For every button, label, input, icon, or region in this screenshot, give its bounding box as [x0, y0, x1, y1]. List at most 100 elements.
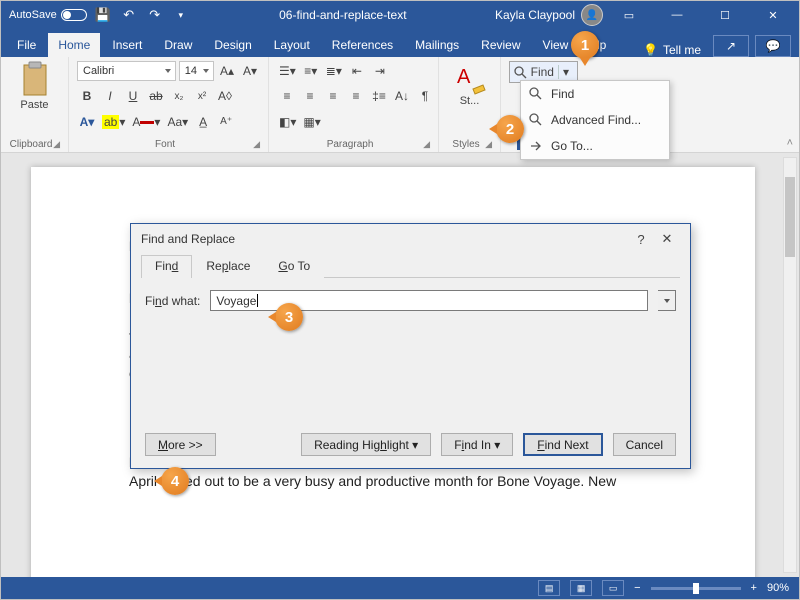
dialog-help-icon[interactable]: ?	[628, 232, 654, 247]
phonetic-icon[interactable]: A⁺	[216, 112, 236, 132]
strike-button[interactable]: ab	[146, 86, 166, 106]
subscript-button[interactable]: x₂	[169, 86, 189, 106]
search-icon	[529, 87, 543, 101]
align-right-icon[interactable]: ≡	[323, 86, 343, 106]
tab-home[interactable]: Home	[48, 33, 100, 57]
read-mode-icon[interactable]: ▤	[538, 580, 560, 596]
reading-highlight-button[interactable]: Reading Highlight ▾	[301, 433, 431, 456]
char-border-icon[interactable]: A̲	[193, 112, 213, 132]
cancel-button[interactable]: Cancel	[613, 433, 676, 456]
find-dropdown-arrow[interactable]: ▾	[558, 65, 573, 79]
tab-file[interactable]: File	[7, 33, 46, 57]
ribbon: Paste Clipboard◢ Calibri 14 A▴ A▾ B I U …	[1, 57, 799, 153]
dialog-close-icon[interactable]: ✕	[654, 231, 680, 247]
document-title: 06-find-and-replace-text	[191, 8, 495, 22]
decrease-indent-icon[interactable]: ⇤	[347, 61, 367, 81]
zoom-out-icon[interactable]: −	[634, 582, 640, 594]
autosave-toggle[interactable]: AutoSave	[9, 9, 87, 21]
tab-design[interactable]: Design	[204, 33, 261, 57]
save-icon[interactable]: 💾	[93, 5, 113, 25]
align-left-icon[interactable]: ≡	[277, 86, 297, 106]
undo-icon[interactable]: ↶	[119, 5, 139, 25]
dialog-titlebar[interactable]: Find and Replace ? ✕	[131, 224, 690, 254]
collapse-ribbon-icon[interactable]: ˄	[787, 137, 793, 149]
align-center-icon[interactable]: ≡	[300, 86, 320, 106]
tab-layout[interactable]: Layout	[264, 33, 320, 57]
callout-3: 3	[275, 303, 303, 331]
text-effects-icon[interactable]: A▾	[77, 112, 97, 132]
italic-button[interactable]: I	[100, 86, 120, 106]
more-button[interactable]: More >>	[145, 433, 216, 456]
avatar-icon: 👤	[581, 4, 603, 26]
tab-insert[interactable]: Insert	[102, 33, 152, 57]
find-next-button[interactable]: Find Next	[523, 433, 602, 456]
numbering-icon[interactable]: ≡▾	[301, 61, 321, 81]
tell-me-search[interactable]: 💡 Tell me	[635, 43, 709, 57]
shrink-font-icon[interactable]: A▾	[240, 61, 260, 81]
dialog-tab-goto[interactable]: Go To	[264, 255, 324, 278]
tab-review[interactable]: Review	[471, 33, 530, 57]
styles-icon: A	[453, 61, 487, 95]
ribbon-options-icon[interactable]: ▭	[607, 1, 651, 29]
dialog-tabs: Find Replace Go To	[141, 254, 680, 278]
increase-indent-icon[interactable]: ⇥	[370, 61, 390, 81]
clipboard-icon	[20, 61, 50, 97]
status-bar: ▤ ▦ ▭ − + 90%	[1, 577, 799, 599]
comments-button[interactable]: 💬	[755, 35, 791, 57]
underline-button[interactable]: U	[123, 86, 143, 106]
justify-icon[interactable]: ≡	[346, 86, 366, 106]
clear-format-icon[interactable]: A◊	[215, 86, 235, 106]
dialog-tab-find[interactable]: Find	[141, 255, 192, 278]
find-what-history-dropdown[interactable]	[658, 290, 676, 311]
group-paragraph: ☰▾ ≡▾ ≣▾ ⇤ ⇥ ≡ ≡ ≡ ≡ ‡≡ A↓ ¶ ◧▾ ▦▾ Parag…	[269, 57, 439, 152]
change-case-icon[interactable]: Aa▾	[165, 112, 190, 132]
sort-icon[interactable]: A↓	[392, 86, 412, 106]
print-layout-icon[interactable]: ▦	[570, 580, 592, 596]
font-name-combo[interactable]: Calibri	[77, 61, 176, 81]
share-button[interactable]: ↗	[713, 35, 749, 57]
dialog-title: Find and Replace	[141, 232, 235, 246]
callout-4: 4	[161, 467, 189, 495]
find-dropdown-menu: Find Advanced Find... Go To...	[520, 80, 670, 160]
tab-mailings[interactable]: Mailings	[405, 33, 469, 57]
maximize-icon[interactable]: ☐	[703, 1, 747, 29]
line-spacing-icon[interactable]: ‡≡	[369, 86, 389, 106]
tab-draw[interactable]: Draw	[154, 33, 202, 57]
title-bar: AutoSave 💾 ↶ ↷ ▾ 06-find-and-replace-tex…	[1, 1, 799, 29]
doc-text: April turned out to be a very busy and p…	[129, 472, 671, 491]
bullets-icon[interactable]: ☰▾	[277, 61, 298, 81]
arrow-right-icon	[529, 139, 543, 153]
font-color-icon[interactable]: A▾	[130, 112, 162, 132]
ribbon-tabs: File Home Insert Draw Design Layout Refe…	[1, 29, 799, 57]
tab-references[interactable]: References	[322, 33, 403, 57]
superscript-button[interactable]: x²	[192, 86, 212, 106]
account-button[interactable]: Kayla Claypool 👤	[495, 4, 603, 26]
close-icon[interactable]: ✕	[751, 1, 795, 29]
dialog-tab-replace[interactable]: Replace	[192, 255, 264, 278]
find-what-label: Find what:	[145, 294, 200, 308]
menu-advanced-find[interactable]: Advanced Find...	[521, 107, 669, 133]
zoom-in-icon[interactable]: +	[751, 582, 757, 594]
font-size-combo[interactable]: 14	[179, 61, 214, 81]
grow-font-icon[interactable]: A▴	[217, 61, 237, 81]
borders-icon[interactable]: ▦▾	[301, 112, 322, 132]
find-what-input[interactable]: Voyage	[210, 290, 648, 311]
menu-goto[interactable]: Go To...	[521, 133, 669, 159]
multilevel-icon[interactable]: ≣▾	[324, 61, 344, 81]
menu-find[interactable]: Find	[521, 81, 669, 107]
callout-2: 2	[496, 115, 524, 143]
highlight-icon[interactable]: ab▾	[100, 112, 127, 132]
shading-icon[interactable]: ◧▾	[277, 112, 298, 132]
qat-more-icon[interactable]: ▾	[171, 5, 191, 25]
redo-icon[interactable]: ↷	[145, 5, 165, 25]
find-in-button[interactable]: Find In ▾	[441, 433, 513, 456]
styles-button[interactable]: A St...	[447, 61, 492, 107]
vertical-scrollbar[interactable]	[783, 157, 797, 573]
paste-button[interactable]: Paste	[9, 61, 60, 111]
bold-button[interactable]: B	[77, 86, 97, 106]
web-layout-icon[interactable]: ▭	[602, 580, 624, 596]
show-marks-icon[interactable]: ¶	[415, 86, 435, 106]
zoom-slider[interactable]	[651, 587, 741, 590]
zoom-level[interactable]: 90%	[767, 582, 789, 594]
minimize-icon[interactable]: —	[655, 1, 699, 29]
